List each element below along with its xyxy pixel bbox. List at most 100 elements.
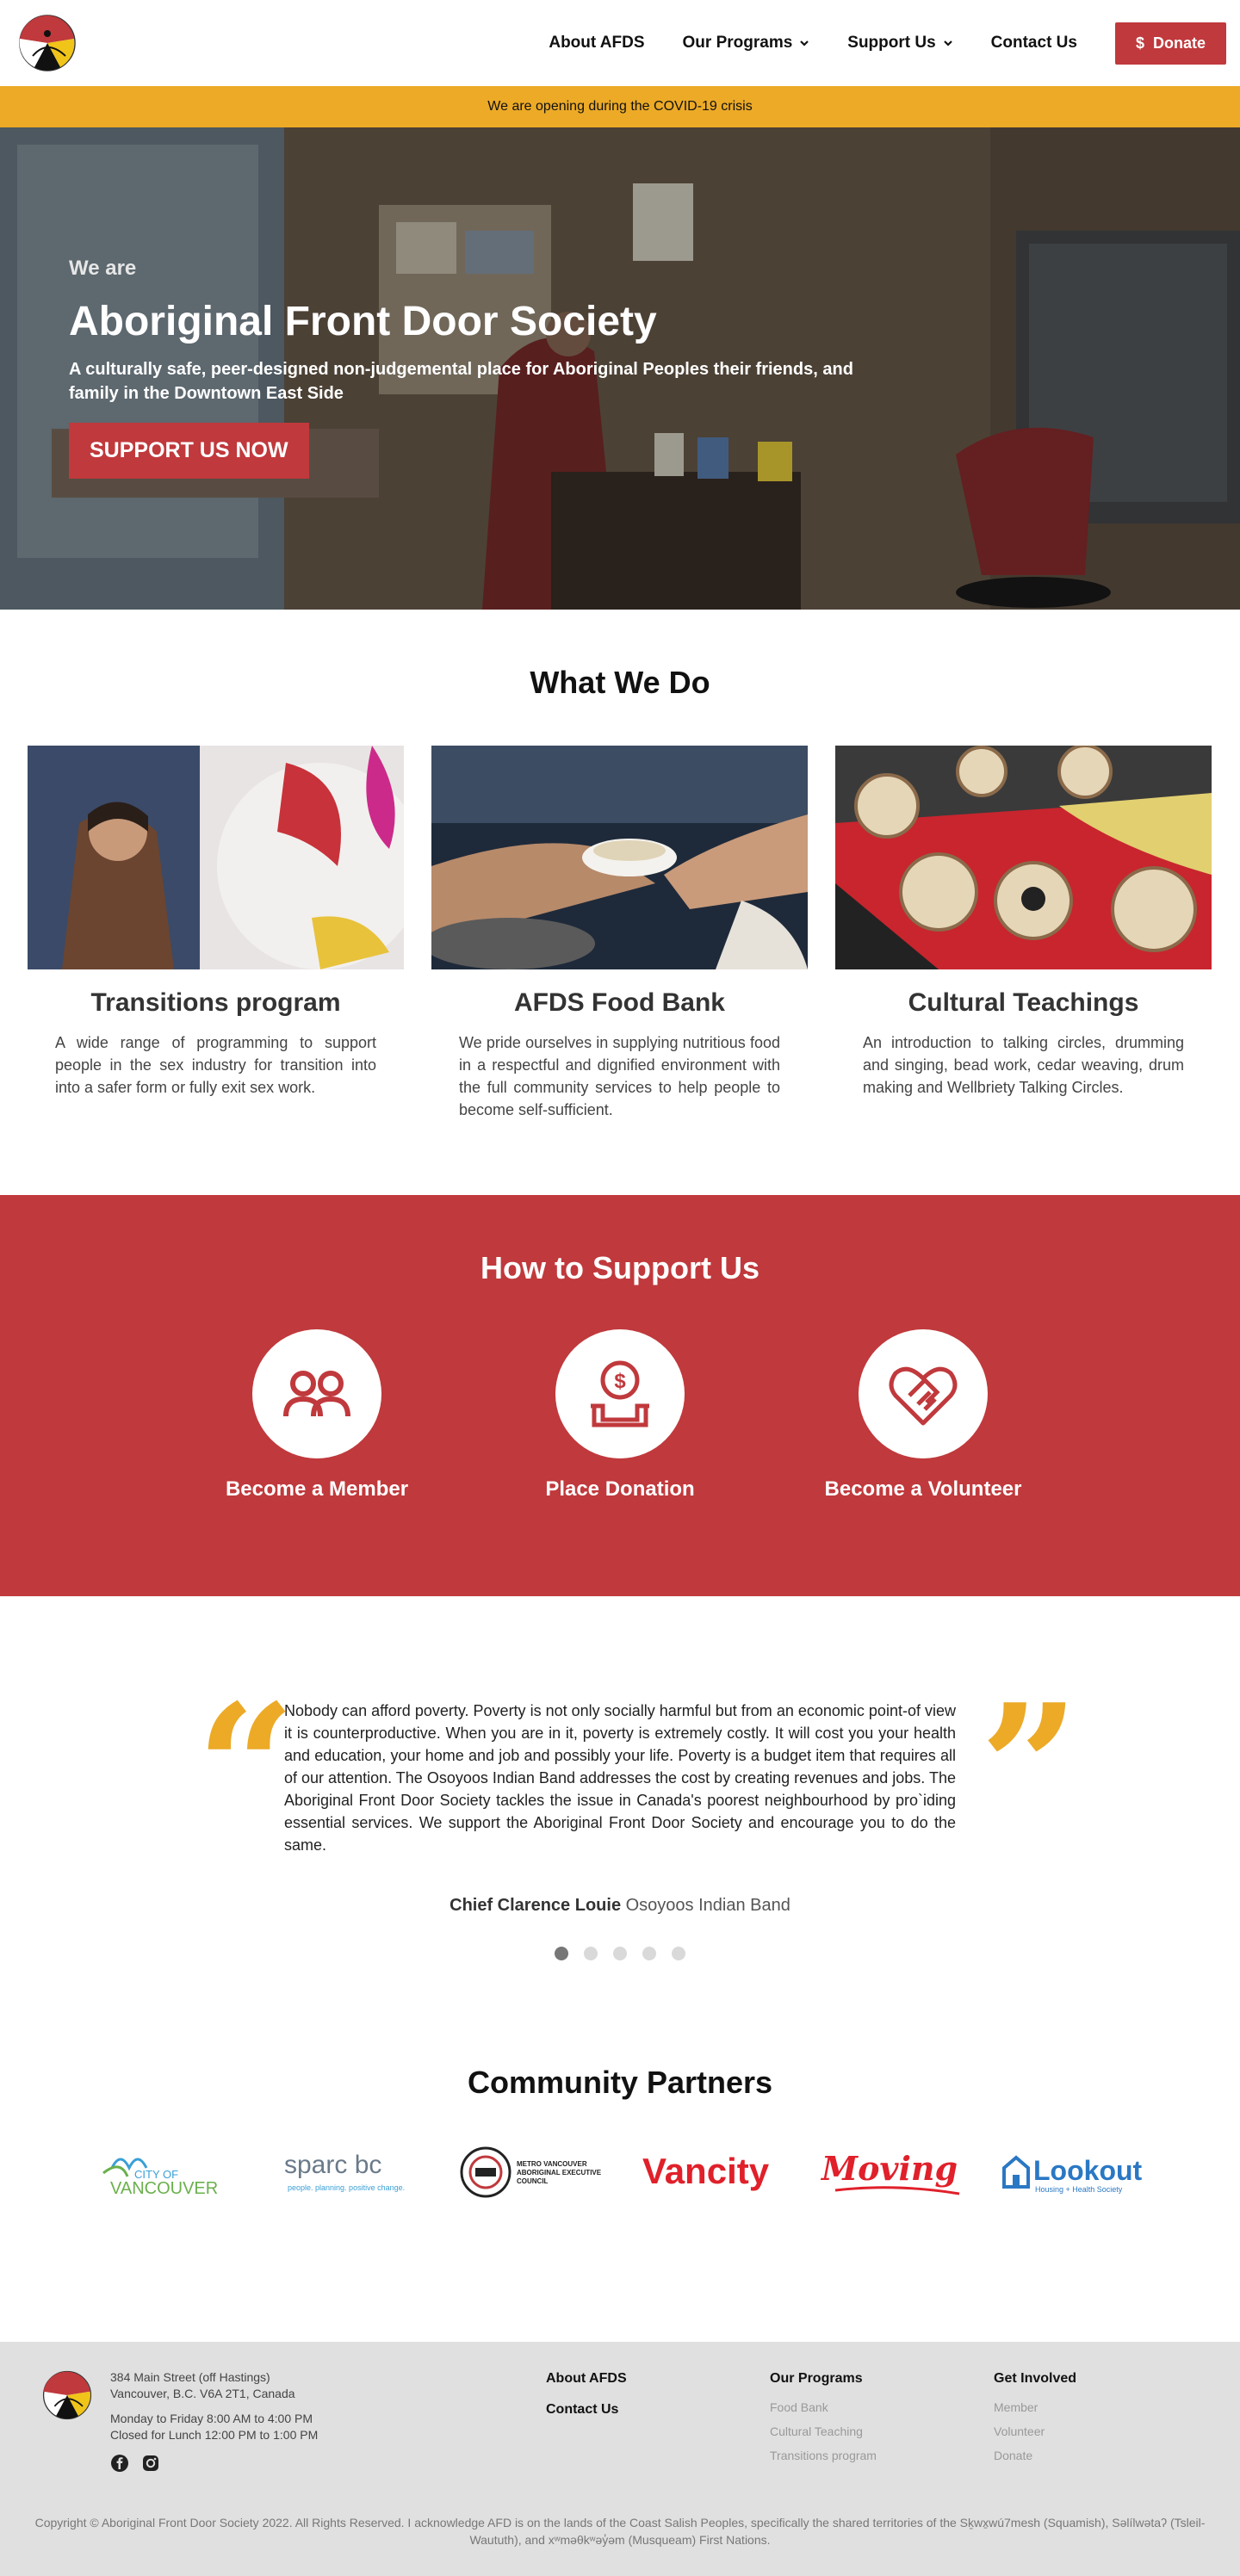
what-we-do-title: What We Do bbox=[530, 665, 710, 700]
logo-line1: METRO VANCOUVER bbox=[517, 2160, 587, 2168]
partners-section: Community Partners CITY OF VANCOUVER spa… bbox=[0, 2061, 1240, 2342]
carousel-dot[interactable] bbox=[584, 1947, 598, 1960]
carousel-dot[interactable] bbox=[555, 1947, 568, 1960]
support-label: Become a Volunteer bbox=[824, 1477, 1022, 1501]
nav-support[interactable]: Support Us bbox=[847, 34, 952, 53]
card-text: A wide range of programming to support p… bbox=[55, 1034, 376, 1096]
nav-about[interactable]: About AFDS bbox=[549, 34, 644, 53]
program-card-cultural[interactable]: Cultural Teachings An introduction to ta… bbox=[835, 746, 1212, 1121]
moving-logo-graphic: Moving bbox=[820, 2149, 960, 2195]
logo-line1: Lookout bbox=[1033, 2155, 1143, 2186]
become-member-option[interactable]: Become a Member bbox=[196, 1329, 437, 1502]
footer-link-transitions[interactable]: Transitions program bbox=[770, 2449, 877, 2462]
vancity-logo-graphic: Vancity bbox=[642, 2151, 770, 2191]
hours-line2: Closed for Lunch 12:00 PM to 1:00 PM bbox=[110, 2428, 319, 2442]
hours-line1: Monday to Friday 8:00 AM to 4:00 PM bbox=[110, 2412, 313, 2425]
sparc-bc-logo[interactable]: sparc bc people. planning. positive chan… bbox=[276, 2142, 422, 2202]
lookout-logo-graphic: Lookout Housing + Health Society bbox=[1002, 2155, 1143, 2194]
support-title: How to Support Us bbox=[480, 1250, 760, 1285]
become-volunteer-option[interactable]: Become a Volunteer bbox=[803, 1329, 1044, 1502]
logo-line2: people. planning. positive change. bbox=[288, 2183, 405, 2192]
support-section: How to Support Us Become a Member $ Plac… bbox=[0, 1195, 1240, 1596]
card-text: An introduction to talking circles, drum… bbox=[863, 1034, 1184, 1096]
dollar-icon: $ bbox=[1135, 34, 1144, 52]
support-us-now-button[interactable]: SUPPORT US NOW bbox=[69, 423, 309, 479]
footer-col-title: Get Involved bbox=[994, 2371, 1077, 2386]
nav-support-label: Support Us bbox=[847, 34, 936, 52]
address-line1: 384 Main Street (off Hastings) bbox=[110, 2370, 270, 2384]
footer-col-get-involved: Get Involved Member Volunteer Donate bbox=[994, 2371, 1076, 2473]
transitions-image bbox=[28, 746, 404, 969]
partners-title: Community Partners bbox=[467, 2065, 773, 2100]
donate-button[interactable]: $ Donate bbox=[1114, 22, 1226, 65]
main-nav: About AFDS Our Programs Support Us Conta… bbox=[549, 22, 1226, 65]
donation-icon: $ bbox=[591, 1360, 649, 1427]
vancity-logo[interactable]: Vancity bbox=[637, 2142, 784, 2202]
hero-section: We are Aboriginal Front Door Society A c… bbox=[0, 127, 1240, 610]
footer-link-cultural-teaching[interactable]: Cultural Teaching bbox=[770, 2424, 877, 2438]
chevron-down-icon bbox=[943, 40, 952, 46]
footer-col-title: Our Programs bbox=[770, 2371, 863, 2386]
quote-text: Nobody can afford poverty. Poverty is no… bbox=[284, 1702, 956, 1854]
logo-line1: Vancity bbox=[642, 2151, 770, 2191]
footer-logo[interactable] bbox=[41, 2369, 93, 2421]
support-icon-circle bbox=[252, 1329, 381, 1458]
donate-label: Donate bbox=[1152, 34, 1206, 52]
covid-banner: We are opening during the COVID-19 crisi… bbox=[0, 86, 1240, 127]
site-footer: 384 Main Street (off Hastings) Vancouver… bbox=[0, 2342, 1240, 2576]
support-label: Place Donation bbox=[545, 1477, 695, 1501]
carousel-dot[interactable] bbox=[613, 1947, 627, 1960]
what-we-do-section: What We Do Transitions program A wide ra… bbox=[0, 610, 1240, 1195]
program-card-food-bank[interactable]: AFDS Food Bank We pride ourselves in sup… bbox=[431, 746, 808, 1121]
instagram-icon[interactable] bbox=[141, 2454, 160, 2473]
hero-title: Aboriginal Front Door Society bbox=[69, 299, 657, 344]
partner-logos: CITY OF VANCOUVER sparc bc people. plann… bbox=[0, 2142, 1240, 2202]
afds-logo[interactable] bbox=[17, 13, 78, 73]
footer-link-contact[interactable]: Contact Us bbox=[546, 2402, 627, 2418]
footer-col-main: About AFDS Contact Us bbox=[546, 2371, 627, 2433]
quote-attribution: Chief Clarence Louie Osoyoos Indian Band bbox=[0, 1896, 1240, 1916]
chevron-down-icon bbox=[800, 40, 809, 46]
card-title: Transitions program bbox=[90, 988, 341, 1017]
card-text: We pride ourselves in supplying nutritio… bbox=[459, 1034, 780, 1118]
footer-link-donate[interactable]: Donate bbox=[994, 2449, 1076, 2462]
nav-contact-label: Contact Us bbox=[990, 34, 1077, 52]
nav-about-label: About AFDS bbox=[549, 34, 645, 52]
logo-line3: COUNCIL bbox=[517, 2177, 549, 2185]
mvaec-logo[interactable]: METRO VANCOUVER ABORIGINAL EXECUTIVE COU… bbox=[456, 2142, 603, 2202]
support-options: Become a Member $ Place Donation Become bbox=[0, 1329, 1240, 1502]
nav-programs[interactable]: Our Programs bbox=[683, 34, 810, 53]
footer-link-member[interactable]: Member bbox=[994, 2400, 1076, 2414]
city-of-vancouver-logo[interactable]: CITY OF VANCOUVER bbox=[95, 2142, 241, 2202]
program-card-transitions[interactable]: Transitions program A wide range of prog… bbox=[28, 746, 404, 1121]
card-title: AFDS Food Bank bbox=[514, 988, 725, 1017]
banner-text: We are opening during the COVID-19 crisi… bbox=[487, 99, 753, 114]
carousel-dot[interactable] bbox=[642, 1947, 656, 1960]
facebook-icon[interactable] bbox=[110, 2454, 129, 2473]
social-links bbox=[110, 2454, 318, 2473]
support-label: Become a Member bbox=[225, 1477, 409, 1501]
moving-logo[interactable]: Moving bbox=[818, 2142, 964, 2202]
place-donation-option[interactable]: $ Place Donation bbox=[499, 1329, 741, 1502]
footer-col-programs: Our Programs Food Bank Cultural Teaching… bbox=[770, 2371, 877, 2473]
address-line2: Vancouver, B.C. V6A 2T1, Canada bbox=[110, 2387, 295, 2400]
carousel-dot[interactable] bbox=[672, 1947, 685, 1960]
carousel-dots bbox=[0, 1947, 1240, 1960]
close-quote-icon: ” bbox=[980, 1667, 1080, 1869]
logo-line2: Housing + Health Society bbox=[1035, 2185, 1123, 2194]
sparc-bc-logo-graphic: sparc bc people. planning. positive chan… bbox=[284, 2151, 405, 2192]
footer-link-food-bank[interactable]: Food Bank bbox=[770, 2400, 877, 2414]
logo-line1: Moving bbox=[820, 2149, 958, 2188]
logo-line1: sparc bc bbox=[284, 2151, 381, 2179]
footer-link-volunteer[interactable]: Volunteer bbox=[994, 2424, 1076, 2438]
hero-kicker: We are bbox=[69, 257, 137, 280]
svg-text:$: $ bbox=[614, 1370, 626, 1393]
city-of-vancouver-logo-graphic: CITY OF VANCOUVER bbox=[102, 2158, 218, 2198]
hero-subtitle: A culturally safe, peer-designed non-jud… bbox=[69, 360, 853, 403]
site-header: About AFDS Our Programs Support Us Conta… bbox=[0, 0, 1240, 86]
hero-content: We are Aboriginal Front Door Society A c… bbox=[69, 257, 913, 479]
lookout-logo[interactable]: Lookout Housing + Health Society bbox=[999, 2142, 1145, 2202]
nav-contact[interactable]: Contact Us bbox=[991, 34, 1077, 53]
members-icon bbox=[283, 1371, 350, 1417]
footer-link-about[interactable]: About AFDS bbox=[546, 2371, 627, 2387]
